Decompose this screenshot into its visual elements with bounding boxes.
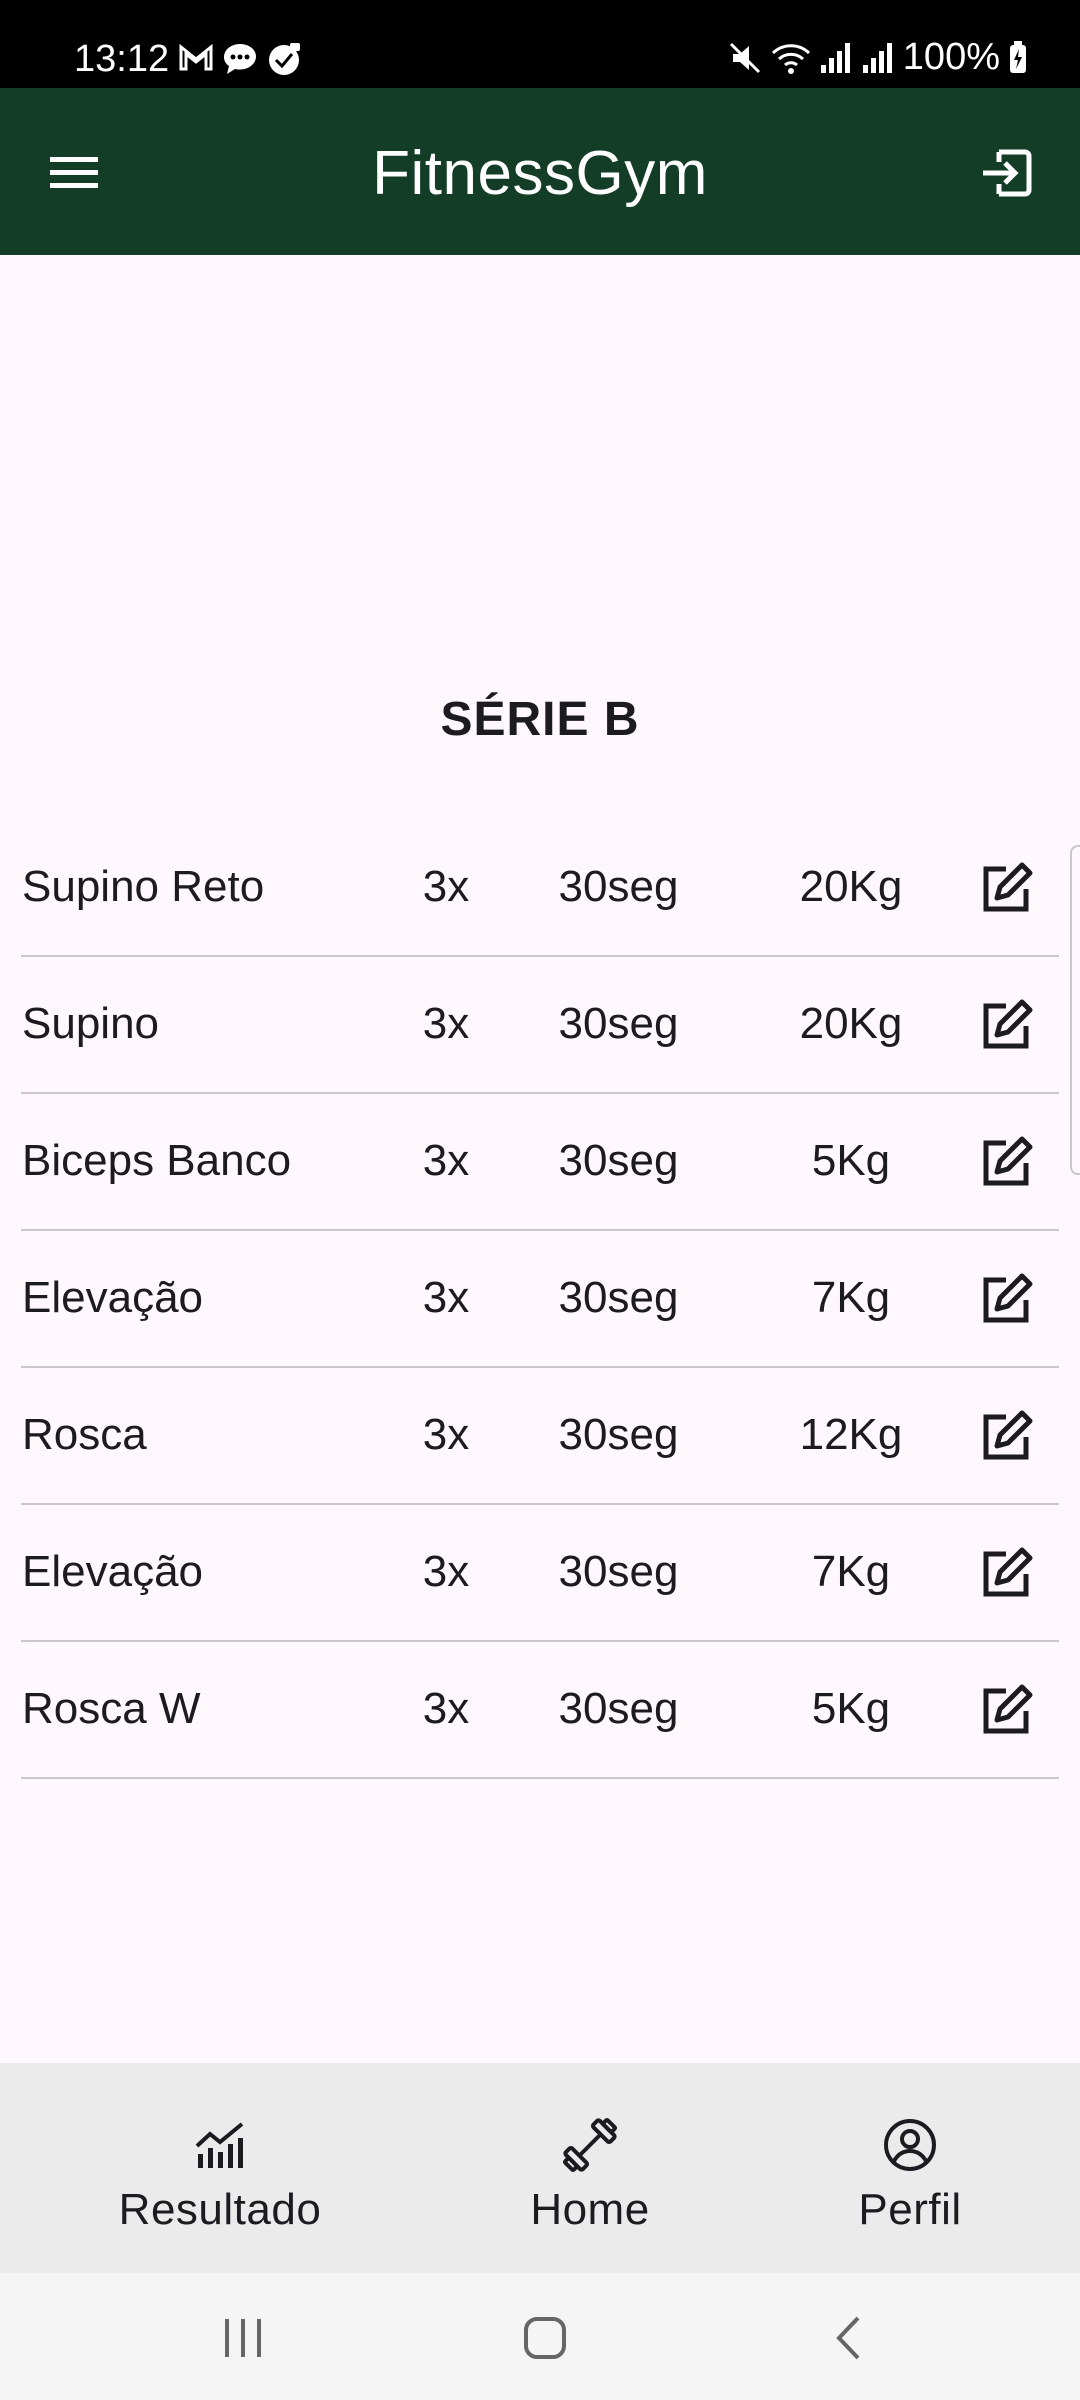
exercise-load: 7Kg [811, 1547, 891, 1596]
bottom-navigation: Resultado Home Perfil [0, 2063, 1080, 2273]
recent-apps-icon [225, 2319, 261, 2357]
exercise-rest: 30seg [558, 1136, 679, 1185]
exercise-load: 12Kg [799, 1410, 903, 1459]
chart-icon [190, 2115, 250, 2175]
exercise-load: 5Kg [811, 1136, 891, 1185]
dumbbell-icon [560, 2115, 620, 2175]
signal-icon [820, 42, 850, 73]
exercise-load: 20Kg [799, 999, 903, 1048]
profile-icon [880, 2115, 940, 2175]
status-bar: 13:12 100% [0, 0, 1080, 88]
edit-icon [983, 1547, 1033, 1597]
home-icon [524, 2317, 566, 2359]
home-button[interactable] [505, 2303, 585, 2373]
system-navigation-bar [0, 2273, 1080, 2400]
edit-button[interactable] [971, 1678, 1041, 1744]
recent-apps-button[interactable] [203, 2303, 283, 2373]
nav-label: Home [530, 2185, 650, 2234]
list-item: Biceps Banco 3x 30seg 5Kg [21, 1094, 1059, 1231]
nav-label: Resultado [118, 2185, 322, 2234]
exercise-sets: 3x [422, 1136, 470, 1185]
exercise-rest: 30seg [558, 1684, 679, 1733]
edit-icon [983, 862, 1033, 912]
exercise-name: Supino Reto [22, 862, 265, 911]
exercise-load: 7Kg [811, 1273, 891, 1322]
gmail-icon [179, 43, 213, 71]
nav-item-home[interactable]: Home [470, 2063, 710, 2273]
logout-button[interactable] [968, 138, 1044, 208]
exercise-name: Rosca W [22, 1684, 201, 1733]
exercise-name: Elevação [22, 1547, 204, 1596]
list-item: Elevação 3x 30seg 7Kg [21, 1231, 1059, 1368]
exercise-rest: 30seg [558, 999, 679, 1048]
wifi-icon [771, 43, 810, 74]
logout-icon [983, 149, 1032, 197]
status-time: 13:12 [74, 38, 170, 80]
edit-button[interactable] [971, 856, 1041, 922]
edit-button[interactable] [971, 993, 1041, 1059]
chat-icon [224, 44, 256, 74]
exercise-sets: 3x [422, 862, 470, 911]
edit-button[interactable] [971, 1267, 1041, 1333]
exercise-name: Supino [22, 999, 160, 1048]
list-item: Elevação 3x 30seg 7Kg [21, 1505, 1059, 1642]
exercise-rest: 30seg [558, 1547, 679, 1596]
exercise-name: Biceps Banco [22, 1136, 292, 1185]
edit-icon [983, 1136, 1033, 1186]
edit-icon [983, 1410, 1033, 1460]
series-title: SÉRIE B [440, 693, 640, 746]
edit-icon [983, 1684, 1033, 1734]
exercise-load: 5Kg [811, 1684, 891, 1733]
scrollbar[interactable] [1070, 845, 1080, 1175]
exercise-sets: 3x [422, 1547, 470, 1596]
list-item: Rosca 3x 30seg 12Kg [21, 1368, 1059, 1505]
back-button[interactable] [808, 2303, 888, 2373]
exercise-sets: 3x [422, 1410, 470, 1459]
exercise-rest: 30seg [558, 862, 679, 911]
exercise-sets: 3x [422, 1684, 470, 1733]
app-icon [269, 43, 300, 75]
battery-charging-icon [1010, 40, 1026, 73]
exercise-list: Supino Reto 3x 30seg 20Kg Supino 3x 30se… [21, 820, 1059, 1779]
edit-button[interactable] [971, 1541, 1041, 1607]
exercise-sets: 3x [422, 999, 470, 1048]
exercise-name: Elevação [22, 1273, 204, 1322]
edit-button[interactable] [971, 1130, 1041, 1196]
app-bar: FitnessGym [0, 88, 1080, 255]
list-item: Supino 3x 30seg 20Kg [21, 957, 1059, 1094]
mute-icon [729, 42, 760, 73]
list-item: Rosca W 3x 30seg 5Kg [21, 1642, 1059, 1779]
list-item: Supino Reto 3x 30seg 20Kg [21, 820, 1059, 957]
exercise-name: Rosca [22, 1410, 147, 1459]
edit-icon [983, 999, 1033, 1049]
signal-icon [862, 42, 892, 73]
edit-button[interactable] [971, 1404, 1041, 1470]
edit-icon [983, 1273, 1033, 1323]
system-status: 100% [727, 36, 1028, 79]
back-icon [836, 2316, 860, 2360]
app-title: FitnessGym [372, 139, 708, 208]
exercise-rest: 30seg [558, 1273, 679, 1322]
exercise-load: 20Kg [799, 862, 903, 911]
nav-item-resultado[interactable]: Resultado [90, 2063, 350, 2273]
nav-item-perfil[interactable]: Perfil [800, 2063, 1020, 2273]
notification-icons [178, 42, 302, 76]
nav-label: Perfil [858, 2185, 962, 2234]
exercise-sets: 3x [422, 1273, 470, 1322]
exercise-rest: 30seg [558, 1410, 679, 1459]
battery-percentage: 100% [902, 36, 1000, 78]
